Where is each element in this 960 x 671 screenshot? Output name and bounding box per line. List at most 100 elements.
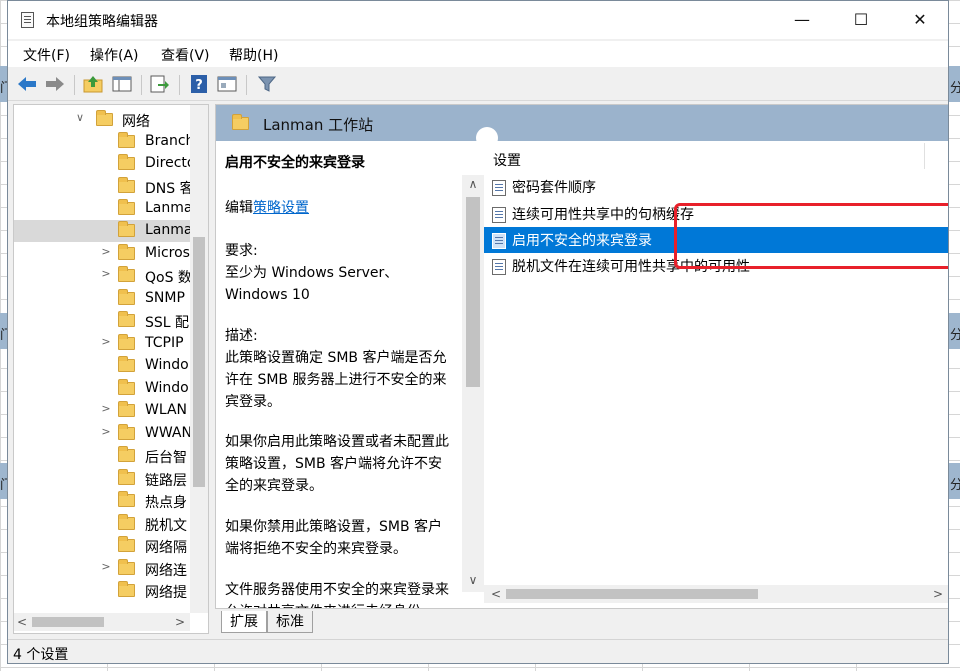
policy-settings-link[interactable]: 策略设置 bbox=[253, 200, 309, 216]
tree-item[interactable]: Lanma bbox=[14, 198, 197, 220]
description-paragraph: 如果你启用此策略设置或者未配置此策略设置，SMB 客户端将允许不安全的来宾登录。 bbox=[225, 434, 449, 494]
tree-item[interactable]: Windo bbox=[14, 355, 197, 377]
tree-item[interactable]: 网络提 bbox=[14, 580, 197, 598]
tree-item[interactable]: Windo bbox=[14, 378, 197, 400]
tab-standard[interactable]: 标准 bbox=[267, 611, 313, 633]
tree-item[interactable]: 热点身 bbox=[14, 490, 197, 512]
folder-icon bbox=[96, 110, 113, 126]
scroll-left-icon[interactable]: < bbox=[488, 585, 504, 603]
tree-item[interactable]: DNS 客 bbox=[14, 176, 197, 198]
folder-icon bbox=[118, 154, 135, 170]
folder-icon bbox=[118, 356, 135, 372]
chevron-right-icon[interactable]: > bbox=[100, 267, 112, 280]
tree-item-selected[interactable]: Lanma bbox=[14, 220, 197, 242]
menu-help[interactable]: 帮助(H) bbox=[229, 45, 278, 65]
title-bar[interactable]: 本地组策略编辑器 — ☐ ✕ bbox=[8, 1, 948, 39]
tab-extended[interactable]: 扩展 bbox=[221, 611, 267, 633]
toolbar-separator bbox=[74, 75, 75, 95]
tree-item[interactable]: SSL 配 bbox=[14, 310, 197, 332]
forward-icon[interactable] bbox=[43, 72, 67, 96]
tree-item[interactable]: > Micros bbox=[14, 243, 197, 265]
folder-icon bbox=[118, 244, 135, 260]
help-icon[interactable]: ? bbox=[187, 72, 211, 96]
policy-setting-icon bbox=[492, 180, 506, 196]
tree-item[interactable]: > QoS 数 bbox=[14, 265, 197, 287]
tree-item-label: QoS 数 bbox=[145, 270, 192, 286]
tree-vertical-scrollbar[interactable] bbox=[190, 105, 208, 613]
svg-text:?: ? bbox=[195, 78, 203, 93]
chevron-right-icon[interactable]: > bbox=[100, 245, 112, 258]
window-title: 本地组策略编辑器 bbox=[46, 14, 158, 30]
tree-item[interactable]: > 网络连 bbox=[14, 558, 197, 580]
tree-item-label: 网络提 bbox=[145, 585, 187, 598]
tree-item-network[interactable]: ∨ 网络 bbox=[14, 109, 197, 131]
tree-item[interactable]: Branch bbox=[14, 131, 197, 153]
maximize-button[interactable]: ☐ bbox=[832, 1, 890, 39]
tree-item-label: 脱机文 bbox=[145, 518, 187, 534]
policy-setting-icon bbox=[492, 207, 506, 223]
folder-icon bbox=[118, 401, 135, 417]
requirements-label: 要求: bbox=[225, 243, 258, 259]
chevron-right-icon[interactable]: > bbox=[100, 425, 112, 438]
up-folder-icon[interactable] bbox=[81, 72, 105, 96]
show-hide-tree-icon[interactable] bbox=[110, 72, 134, 96]
menu-action[interactable]: 操作(A) bbox=[90, 45, 139, 65]
status-bar: 4 个设置 bbox=[8, 639, 948, 663]
column-header-setting[interactable]: 设置 bbox=[493, 150, 521, 170]
list-horizontal-scrollbar[interactable]: < > bbox=[484, 585, 948, 603]
toolbar-separator bbox=[141, 75, 142, 95]
back-icon[interactable] bbox=[15, 72, 39, 96]
filter-icon[interactable] bbox=[255, 72, 279, 96]
status-text: 4 个设置 bbox=[13, 647, 69, 663]
list-item[interactable]: 密码套件顺序 bbox=[484, 174, 948, 200]
tree-item[interactable]: 后台智 bbox=[14, 445, 197, 467]
toolbar-separator bbox=[246, 75, 247, 95]
chevron-right-icon[interactable]: > bbox=[100, 402, 112, 415]
tree-item[interactable]: > WWAN bbox=[14, 423, 197, 445]
list-item-label: 密码套件顺序 bbox=[512, 180, 596, 196]
scrollbar-thumb[interactable] bbox=[32, 617, 104, 627]
scroll-right-icon[interactable]: > bbox=[930, 585, 946, 603]
content-header-title: Lanman 工作站 bbox=[263, 116, 374, 134]
scroll-down-icon[interactable]: ∨ bbox=[462, 571, 484, 589]
tree-item[interactable]: 网络隔 bbox=[14, 535, 197, 557]
chevron-down-icon[interactable]: ∨ bbox=[74, 111, 86, 124]
tree-item[interactable]: 链路层 bbox=[14, 468, 197, 490]
menu-view[interactable]: 查看(V) bbox=[161, 45, 210, 65]
scroll-left-icon[interactable]: < bbox=[14, 613, 30, 631]
tree-item[interactable]: SNMP bbox=[14, 288, 197, 310]
content-header: Lanman 工作站 bbox=[216, 105, 948, 141]
scrollbar-thumb[interactable] bbox=[193, 237, 205, 487]
toolbar-separator bbox=[179, 75, 180, 95]
scrollbar-thumb[interactable] bbox=[466, 197, 480, 387]
folder-icon bbox=[118, 446, 135, 462]
tree-horizontal-scrollbar[interactable]: < > bbox=[14, 613, 190, 631]
policy-setting-icon bbox=[492, 259, 506, 275]
folder-icon bbox=[118, 334, 135, 350]
tree-item-label: Windo bbox=[145, 357, 189, 373]
minimize-button[interactable]: — bbox=[773, 1, 831, 39]
chevron-right-icon[interactable]: > bbox=[100, 560, 112, 573]
policy-setting-icon bbox=[492, 233, 506, 249]
scrollbar-thumb[interactable] bbox=[506, 589, 758, 599]
tree-item[interactable]: > TCPIP bbox=[14, 333, 197, 355]
folder-icon bbox=[118, 469, 135, 485]
tree-item[interactable]: > WLAN bbox=[14, 400, 197, 422]
folder-icon bbox=[118, 424, 135, 440]
export-list-icon[interactable] bbox=[147, 72, 171, 96]
tree-item-label: SNMP bbox=[145, 290, 185, 306]
menu-file[interactable]: 文件(F) bbox=[23, 45, 70, 65]
tree-item-label: DNS 客 bbox=[145, 181, 194, 197]
tree-item-label: WWAN bbox=[145, 425, 192, 441]
close-button[interactable]: ✕ bbox=[891, 1, 948, 39]
folder-icon bbox=[118, 132, 135, 148]
scroll-right-icon[interactable]: > bbox=[172, 613, 188, 631]
description-scrollbar[interactable]: ∧ ∨ bbox=[462, 175, 484, 592]
tree-item-label: 后台智 bbox=[145, 450, 187, 466]
tree-item[interactable]: Directo bbox=[14, 153, 197, 175]
tree-item-label: Directo bbox=[145, 155, 196, 171]
scroll-up-icon[interactable]: ∧ bbox=[462, 175, 484, 193]
chevron-right-icon[interactable]: > bbox=[100, 335, 112, 348]
tree-item[interactable]: 脱机文 bbox=[14, 513, 197, 535]
properties-icon[interactable] bbox=[215, 72, 239, 96]
